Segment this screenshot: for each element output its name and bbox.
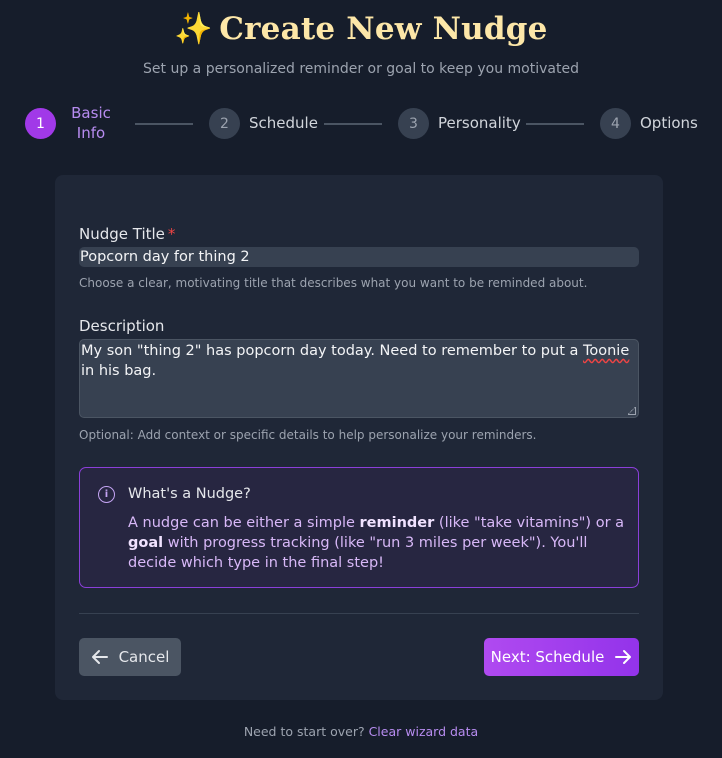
clear-wizard-data-link[interactable]: Clear wizard data bbox=[369, 724, 479, 739]
footer: Need to start over? Clear wizard data bbox=[0, 724, 722, 739]
step-1-circle[interactable]: 1 bbox=[25, 108, 56, 139]
nudge-title-label: Nudge Title * bbox=[79, 225, 176, 243]
step-3-circle[interactable]: 3 bbox=[398, 108, 429, 139]
cancel-button-label: Cancel bbox=[118, 648, 170, 666]
info-icon: i bbox=[98, 486, 115, 503]
step-connector bbox=[526, 123, 584, 125]
description-textarea[interactable]: My son "thing 2" has popcorn day today. … bbox=[79, 339, 639, 418]
step-connector bbox=[324, 123, 382, 125]
step-4-label[interactable]: Options bbox=[640, 114, 698, 132]
step-2-circle[interactable]: 2 bbox=[209, 108, 240, 139]
nudge-title-help: Choose a clear, motivating title that de… bbox=[79, 276, 588, 290]
divider bbox=[79, 613, 639, 614]
misspelled-word: Toonie bbox=[582, 343, 630, 359]
info-box-text: A nudge can be either a simple reminder … bbox=[128, 515, 625, 571]
arrow-right-icon bbox=[615, 650, 632, 664]
next-button-label: Next: Schedule bbox=[490, 648, 605, 666]
resize-handle-icon[interactable] bbox=[628, 407, 636, 415]
description-help: Optional: Add context or specific detail… bbox=[79, 428, 537, 442]
sparkles-icon: ✨ bbox=[174, 11, 214, 47]
cancel-button[interactable]: Cancel bbox=[79, 638, 181, 676]
page-title: ✨ Create New Nudge bbox=[0, 10, 722, 47]
nudge-title-input[interactable] bbox=[79, 247, 639, 267]
step-2-label[interactable]: Schedule bbox=[249, 114, 318, 132]
nudge-info-box: i What's a Nudge? A nudge can be either … bbox=[79, 467, 639, 588]
step-connector bbox=[135, 123, 193, 125]
next-schedule-button[interactable]: Next: Schedule bbox=[484, 638, 639, 676]
step-1-label[interactable]: Basic Info bbox=[68, 103, 114, 143]
info-box-title: What's a Nudge? bbox=[128, 486, 251, 502]
page-title-text: Create New Nudge bbox=[219, 11, 548, 47]
description-label: Description bbox=[79, 317, 165, 335]
required-marker: * bbox=[167, 225, 176, 243]
page-subtitle: Set up a personalized reminder or goal t… bbox=[143, 61, 579, 77]
step-3-label[interactable]: Personality bbox=[438, 114, 521, 132]
step-4-circle[interactable]: 4 bbox=[600, 108, 631, 139]
arrow-left-icon bbox=[91, 650, 108, 664]
footer-prompt: Need to start over? bbox=[243, 724, 365, 739]
